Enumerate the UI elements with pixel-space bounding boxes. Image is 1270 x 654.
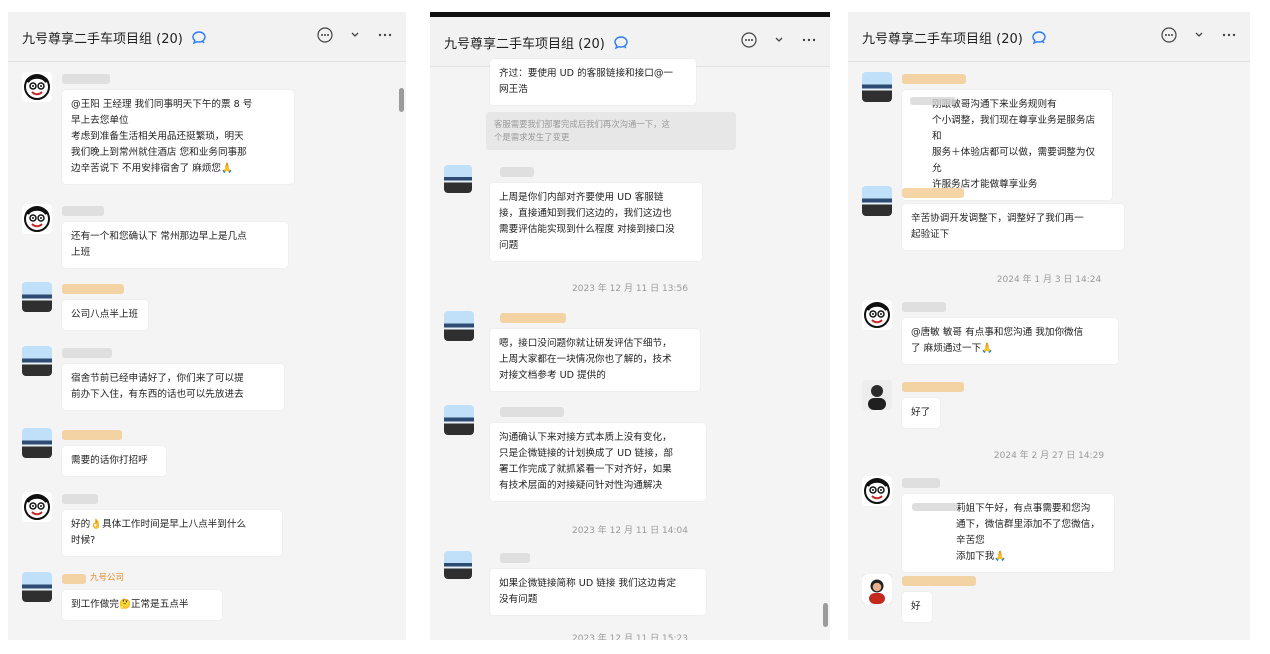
message-bubble[interactable]: 宿舍节前已经申请好了，你们来了可以提 前办下入住，有东西的话也可以先放进去 (62, 364, 284, 410)
sender-name (902, 576, 976, 586)
avatar[interactable] (862, 186, 892, 216)
sender-name (902, 302, 946, 312)
avatar[interactable] (22, 572, 52, 602)
header-actions (1160, 26, 1238, 44)
message-bubble[interactable]: 如果企微链接简称 UD 链接 我们这边肯定 没有问题 (490, 569, 706, 615)
quoted-message[interactable]: 客服需要我们部署完成后我们再次沟通一下，这 个是需求发生了变更 (486, 112, 736, 150)
avatar[interactable] (22, 204, 52, 234)
chat-header: 九号尊享二手车项目组 (20) (8, 12, 406, 62)
message-bubble[interactable]: 公司八点半上班 (62, 300, 148, 330)
more-horizontal-icon[interactable] (800, 31, 818, 49)
message-list[interactable]: @王阳 王经理 我们同事明天下午的票 8 号 早上去您单位 考虑到准备生活相关用… (8, 62, 406, 640)
chat-bubble-group-icon (191, 30, 207, 46)
sender-name (62, 74, 110, 84)
chat-title[interactable]: 九号尊享二手车项目组 (20) (22, 28, 207, 47)
sender-name (62, 284, 124, 294)
more-horizontal-icon[interactable] (376, 26, 394, 44)
chat-panel-2: 九号尊享二手车项目组 (20) 齐过：要使用 UD 的客服链接和接口@一 网王浩… (430, 12, 830, 640)
sender-name (500, 313, 566, 323)
sender-name (902, 188, 964, 198)
message-bubble[interactable]: 上周是你们内部对齐要使用 UD 客服链 接，直接通知到我们这边的，我们这边也 需… (490, 183, 702, 261)
timestamp: 2023 年 12 月 11 日 14:04 (572, 526, 688, 536)
avatar[interactable] (22, 72, 52, 102)
message-bubble[interactable]: 还有一个和您确认下 常州那边早上是几点 上班 (62, 222, 288, 268)
message-bubble[interactable]: 好 (902, 592, 932, 622)
sender-name (62, 348, 112, 358)
avatar[interactable] (862, 300, 892, 330)
message-bubble[interactable]: 好的👌具体工作时间是早上八点半到什么 时候? (62, 510, 282, 556)
message-bubble[interactable]: 齐过：要使用 UD 的客服链接和接口@一 网王浩 (490, 59, 696, 105)
header-actions (740, 31, 818, 49)
timestamp: 2024 年 1 月 3 日 14:24 (996, 275, 1102, 285)
avatar[interactable] (862, 476, 892, 506)
chat-bubble-group-icon (1031, 30, 1047, 46)
sender-name (500, 553, 530, 563)
avatar[interactable] (444, 311, 474, 341)
message-list[interactable]: 齐过：要使用 UD 的客服链接和接口@一 网王浩 客服需要我们部署完成后我们再次… (430, 59, 830, 640)
chevron-down-icon[interactable] (770, 31, 788, 49)
message-bubble[interactable]: @唐敏 敏哥 有点事和您沟通 我加你微信 了 麻烦通过一下🙏 (902, 318, 1118, 364)
chat-title[interactable]: 九号尊享二手车项目组 (20) (444, 33, 629, 52)
chat-panel-3: 九号尊享二手车项目组 (20) 刚跟敏哥沟通下来业务规则有 个小调整，我们现在尊… (848, 12, 1250, 640)
avatar[interactable] (862, 574, 892, 604)
chat-header: 九号尊享二手车项目组 (20) (848, 12, 1250, 62)
message-bubble[interactable]: 到工作做完🤔正常是五点半 (62, 590, 222, 620)
timestamp: 2024 年 2 月 27 日 14:29 (993, 451, 1105, 461)
sender-name-placeholder (62, 574, 86, 584)
more-horizontal-icon[interactable] (1220, 26, 1238, 44)
avatar[interactable] (444, 165, 472, 193)
header-actions (316, 26, 394, 44)
message-bubble[interactable]: 好了 (902, 398, 940, 428)
chat-options-icon[interactable] (1160, 26, 1178, 44)
message-bubble[interactable]: 需要的话你打招呼 (62, 446, 166, 476)
message-list[interactable]: 刚跟敏哥沟通下来业务规则有 个小调整，我们现在尊享业务是服务店和 服务＋体验店都… (848, 62, 1250, 640)
avatar[interactable] (22, 428, 52, 458)
message-bubble[interactable]: 刚跟敏哥沟通下来业务规则有 个小调整，我们现在尊享业务是服务店和 服务＋体验店都… (902, 90, 1112, 200)
message-bubble[interactable]: 嗯，接口没问题你就让研发评估下细节， 上周大家都在一块情况你也了解的，技术 对接… (490, 329, 700, 391)
sender-name (902, 382, 964, 392)
avatar[interactable] (22, 346, 52, 376)
chevron-down-icon[interactable] (1190, 26, 1208, 44)
avatar[interactable] (22, 282, 52, 312)
chevron-down-icon[interactable] (346, 26, 364, 44)
mention-placeholder (910, 97, 956, 105)
sender-name: 九号公司 (90, 573, 125, 583)
avatar[interactable] (862, 380, 892, 410)
message-bubble[interactable]: 沟通确认下来对接方式本质上没有变化， 只是企微链接的计划换成了 UD 链接，部 … (490, 423, 706, 501)
message-bubble[interactable]: @王阳 王经理 我们同事明天下午的票 8 号 早上去您单位 考虑到准备生活相关用… (62, 90, 294, 184)
avatar[interactable] (444, 551, 472, 579)
avatar[interactable] (444, 405, 474, 435)
sender-name (500, 407, 564, 417)
sender-name (902, 478, 940, 488)
mention-placeholder (912, 503, 958, 511)
scrollbar[interactable] (399, 88, 404, 112)
scrollbar[interactable] (823, 603, 828, 627)
sender-name (62, 430, 122, 440)
timestamp: 2023 年 12 月 11 日 15:23 (572, 634, 688, 640)
chat-bubble-group-icon (613, 35, 629, 51)
avatar[interactable] (862, 72, 892, 102)
timestamp: 2023 年 12 月 11 日 13:56 (572, 284, 688, 294)
sender-name (902, 74, 966, 84)
chat-options-icon[interactable] (316, 26, 334, 44)
chat-panel-1: 九号尊享二手车项目组 (20) @王阳 王经理 我们同事明天下午的票 8 号 早… (8, 12, 406, 640)
message-bubble[interactable]: 辛苦协调开发调整下，调整好了我们再一 起验证下 (902, 204, 1124, 250)
chat-title[interactable]: 九号尊享二手车项目组 (20) (862, 28, 1047, 47)
sender-name (500, 167, 534, 177)
avatar[interactable] (22, 492, 52, 522)
sender-name (62, 206, 104, 216)
chat-options-icon[interactable] (740, 31, 758, 49)
sender-name (62, 494, 98, 504)
